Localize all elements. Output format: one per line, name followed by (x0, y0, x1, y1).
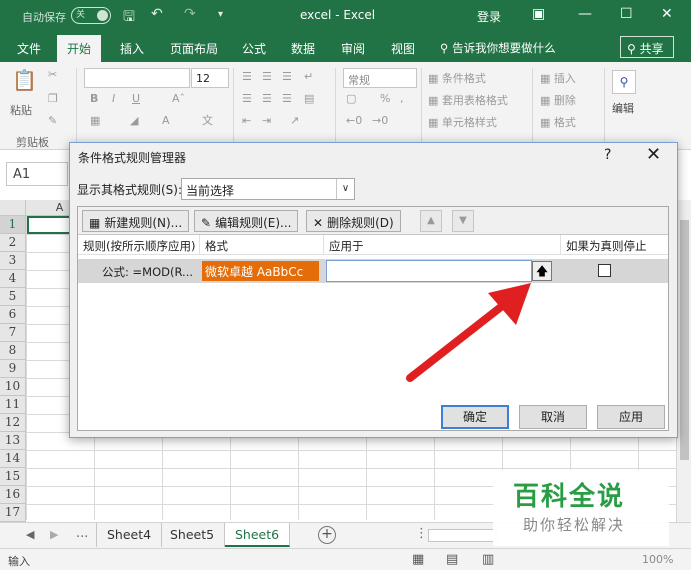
annotation-arrow (406, 283, 531, 382)
annotation-arrow-shaft (406, 299, 510, 382)
annotation-arrow-head (488, 283, 531, 325)
